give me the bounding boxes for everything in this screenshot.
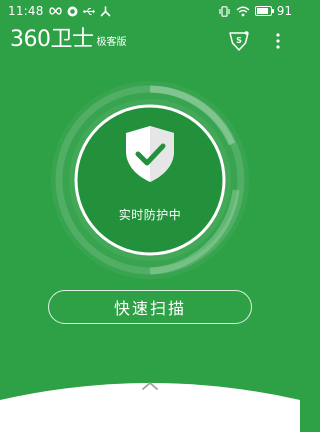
protection-status: 实时防护中 [118,208,182,222]
quick-scan-button[interactable]: 快速扫描 [48,290,252,324]
shield-check-icon [126,126,174,182]
infinity-icon [48,7,62,15]
shield-s-button[interactable]: S [228,30,250,52]
battery-fill [256,8,268,14]
chevron-up-icon[interactable] [140,380,160,392]
vibrate-icon [219,5,230,17]
protection-ring: 实时防护中 [50,80,250,280]
more-vert-icon [276,33,280,49]
status-left: 11:48 [8,4,111,18]
battery-icon [254,6,274,16]
record-icon [67,6,78,16]
status-bar: 11:48 91 [0,0,300,22]
app-logo-text: 360卫士 [10,27,94,52]
shield-s-icon: S [229,31,249,51]
status-time: 11:48 [8,4,44,18]
usb-icon [82,7,95,15]
app-logo: 360卫士 极客版 [10,28,127,52]
app-header: 360卫士 极客版 S [0,26,300,56]
network-icon [100,5,110,16]
app-logo-edition: 极客版 [96,37,127,48]
wifi-icon [236,6,250,16]
status-right: 91 [218,4,292,18]
more-menu-button[interactable] [268,30,288,52]
battery-level: 91 [276,4,292,18]
svg-text:S: S [236,36,242,45]
